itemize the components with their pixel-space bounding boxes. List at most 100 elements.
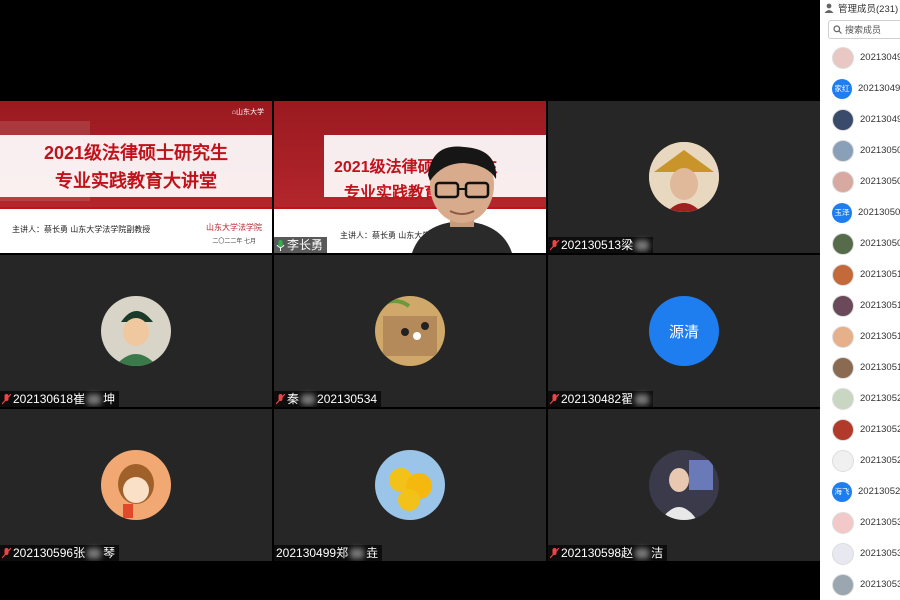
video-grid: ⌂山东大学 2021级法律硕士研究生 专业实践教育大讲堂 主讲人：蔡长勇 山东大… xyxy=(0,0,820,600)
member-item[interactable]: 20213051 xyxy=(820,352,900,383)
mic-muted-icon xyxy=(550,547,559,558)
member-name: 20213050 xyxy=(860,176,900,187)
member-list: 20213049 家红 20213049 20213049 20213050 202130… xyxy=(820,42,900,600)
participant-name-tag: 202130482翟 xyxy=(548,391,654,407)
member-item[interactable]: 20213052 xyxy=(820,383,900,414)
member-avatar xyxy=(832,356,854,379)
participant-tile[interactable]: 202130618崔 坤 xyxy=(0,255,272,407)
member-panel-header: 管理成员(231) xyxy=(820,0,900,16)
member-item[interactable]: 20213052 xyxy=(820,445,900,476)
mic-muted-icon xyxy=(2,547,11,558)
lecturer-video xyxy=(412,146,512,253)
member-item[interactable]: 20213049 xyxy=(820,104,900,135)
member-item[interactable]: 20213052 xyxy=(820,414,900,445)
member-avatar: 海飞 xyxy=(832,481,852,502)
member-name: 20213051 xyxy=(860,362,900,373)
participant-name-tag: 202130513梁 xyxy=(548,237,654,253)
participant-name: 202130513梁 xyxy=(561,238,634,252)
blurred-text xyxy=(350,547,365,559)
participant-avatar xyxy=(375,296,445,366)
member-panel: 管理成员(231) 搜索成员 20213049 家红 20213049 2021304… xyxy=(820,0,900,600)
participant-tile[interactable]: 202130513梁 xyxy=(548,101,820,253)
slide-school-logo: 山东大学法学院 xyxy=(206,223,262,232)
member-avatar xyxy=(832,46,854,69)
participant-name-tag: 202130618崔 坤 xyxy=(0,391,120,407)
slide-brand-logo: ⌂山东大学 xyxy=(231,109,264,116)
lecturer-tile[interactable]: 2021级法律硕士研究生 专业实践教育大讲堂 主讲人：蔡长勇 山东大学法学院副教… xyxy=(274,101,546,253)
member-avatar xyxy=(832,108,854,131)
mic-muted-icon xyxy=(2,393,11,404)
member-avatar: 家红 xyxy=(832,78,852,99)
member-panel-title: 管理成员(231) xyxy=(838,4,899,15)
participant-tile[interactable]: 秦 202130534 xyxy=(274,255,546,407)
slide-title-line2: 专业实践教育大讲堂 xyxy=(55,171,217,191)
search-icon xyxy=(833,25,842,34)
screen-share-tile[interactable]: ⌂山东大学 2021级法律硕士研究生 专业实践教育大讲堂 主讲人：蔡长勇 山东大… xyxy=(0,101,272,253)
member-avatar xyxy=(832,139,854,162)
member-item[interactable]: 家红 20213049 xyxy=(820,73,900,104)
blurred-text xyxy=(635,393,650,405)
member-avatar xyxy=(832,511,854,534)
member-name: 20213049 xyxy=(858,83,900,94)
slide-date: 二〇二二年 七月 xyxy=(212,239,256,245)
participant-name: 202130499郑 xyxy=(276,546,349,560)
member-item[interactable]: 20213051 xyxy=(820,290,900,321)
participant-name-suffix: 琴 xyxy=(103,546,116,560)
participant-avatar xyxy=(375,450,445,520)
member-search-placeholder: 搜索成员 xyxy=(845,25,882,35)
member-avatar xyxy=(832,170,854,193)
slide-title-line1: 2021级法律硕士研究生 xyxy=(43,143,229,163)
participant-name-tag: 202130499郑 垚 xyxy=(274,545,383,561)
participant-name-suffix: 垚 xyxy=(366,546,379,560)
participant-tile[interactable]: 202130596张 琴 xyxy=(0,409,272,561)
participant-name: 秦 xyxy=(287,392,300,406)
member-item[interactable]: 20213050 xyxy=(820,135,900,166)
member-name: 20213049 xyxy=(860,52,900,63)
participant-name-tag: 202130598赵 洁 xyxy=(548,545,668,561)
member-avatar xyxy=(832,232,854,255)
member-item[interactable]: 20213051 xyxy=(820,259,900,290)
member-name: 20213049 xyxy=(860,114,900,125)
blurred-text xyxy=(87,547,102,559)
member-name: 20213051 xyxy=(860,331,900,342)
member-name: 20213053 xyxy=(860,579,900,590)
participant-name: 202130482翟 xyxy=(561,392,634,406)
member-avatar xyxy=(832,325,854,348)
blurred-text xyxy=(635,239,650,251)
member-avatar xyxy=(832,449,854,472)
slide: ⌂山东大学 2021级法律硕士研究生 专业实践教育大讲堂 主讲人：蔡长勇 山东大… xyxy=(0,101,272,253)
member-item[interactable]: 20213049 xyxy=(820,42,900,73)
member-item[interactable]: 20213053 xyxy=(820,569,900,600)
member-item[interactable]: 20213053 xyxy=(820,507,900,538)
member-item[interactable]: 海飞 20213052 xyxy=(820,476,900,507)
member-item[interactable]: 20213050 xyxy=(820,228,900,259)
member-item[interactable]: 玉泽 20213050 xyxy=(820,197,900,228)
participant-avatar xyxy=(101,450,171,520)
member-name: 20213050 xyxy=(858,207,900,218)
participant-tile[interactable]: 202130499郑 垚 xyxy=(274,409,546,561)
blurred-text xyxy=(301,393,316,405)
member-search-input[interactable]: 搜索成员 xyxy=(828,20,900,39)
participant-avatar xyxy=(101,296,171,366)
member-item[interactable]: 20213053 xyxy=(820,538,900,569)
participant-avatar xyxy=(649,142,719,212)
member-item[interactable]: 20213050 xyxy=(820,166,900,197)
participant-name-tag: 秦 202130534 xyxy=(274,391,382,407)
participant-name-tag: 李长勇 xyxy=(274,237,328,253)
mic-muted-icon xyxy=(550,393,559,404)
mic-muted-icon xyxy=(550,239,559,250)
member-avatar xyxy=(832,387,854,410)
participant-tile[interactable]: 源清 202130482翟 xyxy=(548,255,820,407)
member-name: 20213050 xyxy=(860,145,900,156)
member-avatar xyxy=(832,294,854,317)
participant-name-suffix: 202130534 xyxy=(317,392,378,406)
participant-name-suffix: 洁 xyxy=(651,546,664,560)
member-name: 20213053 xyxy=(860,517,900,528)
participant-tile[interactable]: 202130598赵 洁 xyxy=(548,409,820,561)
participant-name: 202130598赵 xyxy=(561,546,634,560)
member-name: 20213050 xyxy=(860,238,900,249)
blurred-text xyxy=(87,393,102,405)
participant-name: 李长勇 xyxy=(287,238,324,252)
participant-avatar: 源清 xyxy=(649,296,719,366)
member-item[interactable]: 20213051 xyxy=(820,321,900,352)
